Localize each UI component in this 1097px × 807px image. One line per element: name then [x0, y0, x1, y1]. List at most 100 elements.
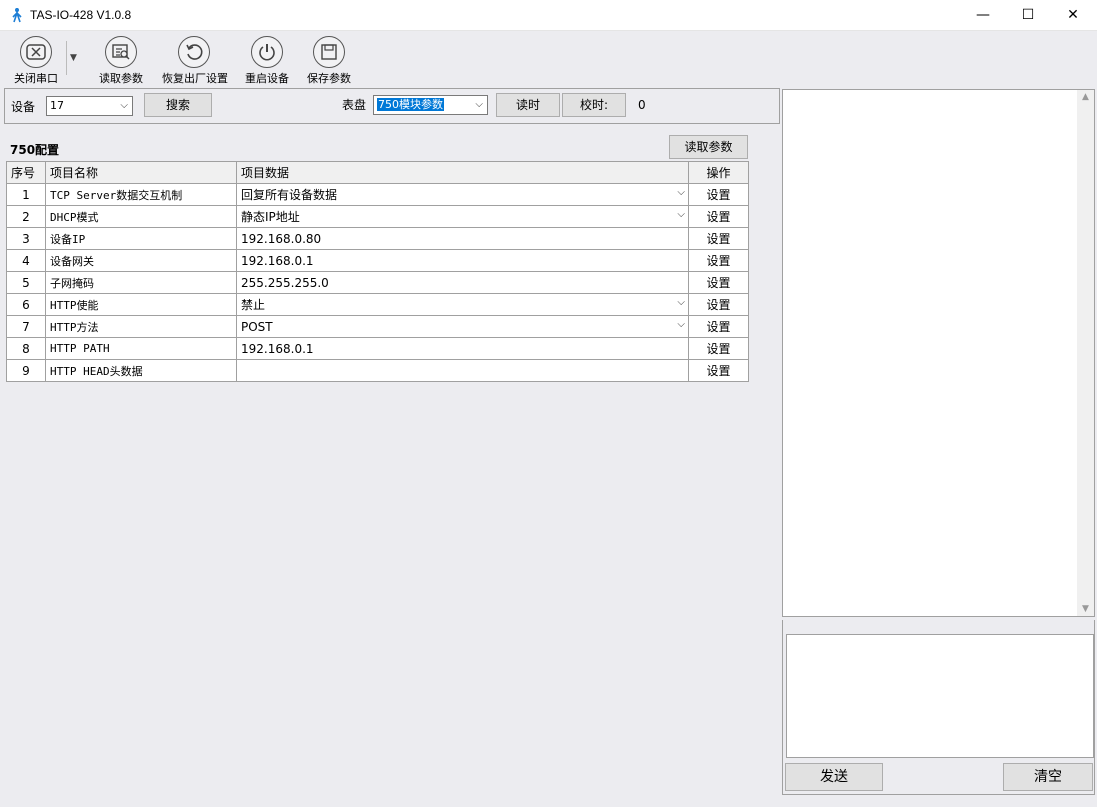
- read-params-button[interactable]: 读取参数: [98, 36, 144, 86]
- row-number: 9: [6, 359, 46, 382]
- restore-icon: [178, 36, 210, 68]
- close-port-label: 关闭串口: [14, 72, 58, 85]
- set-button[interactable]: 设置: [688, 205, 749, 228]
- restart-device-button[interactable]: 重启设备: [243, 36, 291, 86]
- table-row[interactable]: 4 设备网关 192.168.0.1 设置: [6, 249, 749, 272]
- row-number: 2: [6, 205, 46, 228]
- scrollbar[interactable]: ▲ ▼: [1077, 90, 1094, 616]
- save-params-button[interactable]: 保存参数: [305, 36, 353, 86]
- column-header-no: 序号: [6, 161, 46, 184]
- item-name: 设备IP: [45, 227, 237, 250]
- row-number: 6: [6, 293, 46, 316]
- item-value-input[interactable]: 192.168.0.1: [236, 249, 689, 272]
- item-name: 子网掩码: [45, 271, 237, 294]
- minimize-button[interactable]: —: [960, 0, 1006, 31]
- item-value-input[interactable]: 192.168.0.80: [236, 227, 689, 250]
- table-row[interactable]: 2 DHCP模式 静态IP地址 ⌵ 设置: [6, 205, 749, 228]
- set-button[interactable]: 设置: [688, 337, 749, 360]
- save-icon: [313, 36, 345, 68]
- device-bar: 设备 17 ⌵ 搜索 表盘 750模块参数 ⌵ 读时 校时: 0: [4, 88, 780, 124]
- restore-factory-button[interactable]: 恢复出厂设置: [162, 36, 228, 86]
- toolbar: 关闭串口 ▼ 读取参数 恢复出厂设置 重启设备 保存参数: [0, 31, 1097, 87]
- item-name: DHCP模式: [45, 205, 237, 228]
- chevron-down-icon[interactable]: ⌵: [677, 319, 685, 330]
- chevron-down-icon: ⌵: [475, 99, 483, 110]
- scroll-up-icon[interactable]: ▲: [1077, 92, 1094, 102]
- chevron-down-icon[interactable]: ⌵: [677, 209, 685, 220]
- row-number: 5: [6, 271, 46, 294]
- table-row[interactable]: 8 HTTP PATH 192.168.0.1 设置: [6, 337, 749, 360]
- power-icon: [251, 36, 283, 68]
- app-icon: [12, 8, 22, 23]
- calibrate-time-button[interactable]: 校时:: [562, 93, 626, 117]
- table-row[interactable]: 1 TCP Server数据交互机制 回复所有设备数据 ⌵ 设置: [6, 183, 749, 206]
- scroll-down-icon[interactable]: ▼: [1077, 604, 1094, 614]
- item-value-select[interactable]: 静态IP地址 ⌵: [236, 205, 689, 228]
- item-value: POST: [241, 319, 273, 334]
- table-row[interactable]: 6 HTTP使能 禁止 ⌵ 设置: [6, 293, 749, 316]
- item-value-select[interactable]: 回复所有设备数据 ⌵: [236, 183, 689, 206]
- item-value: 192.168.0.80: [241, 231, 322, 246]
- log-panel[interactable]: ▲ ▼: [782, 89, 1095, 617]
- config-table: 序号 项目名称 项目数据 操作 1 TCP Server数据交互机制 回复所有设备数…: [6, 161, 749, 382]
- item-value: 禁止: [241, 298, 266, 312]
- row-number: 4: [6, 249, 46, 272]
- item-name: HTTP HEAD头数据: [45, 359, 237, 382]
- item-value-input[interactable]: [236, 359, 689, 382]
- search-button[interactable]: 搜索: [144, 93, 212, 117]
- table-row[interactable]: 3 设备IP 192.168.0.80 设置: [6, 227, 749, 250]
- set-button[interactable]: 设置: [688, 293, 749, 316]
- time-value: 0: [638, 98, 646, 112]
- item-value-input[interactable]: 192.168.0.1: [236, 337, 689, 360]
- table-label: 表盘: [342, 98, 367, 112]
- chevron-down-icon[interactable]: ⌵: [677, 187, 685, 198]
- table-row[interactable]: 5 子网掩码 255.255.255.0 设置: [6, 271, 749, 294]
- item-value: 192.168.0.1: [241, 341, 314, 356]
- column-header-action: 操作: [688, 161, 749, 184]
- close-window-button[interactable]: ✕: [1050, 0, 1096, 31]
- set-button[interactable]: 设置: [688, 249, 749, 272]
- read-params-label: 读取参数: [99, 72, 143, 85]
- read-time-button[interactable]: 读时: [496, 93, 560, 117]
- send-input[interactable]: [786, 634, 1094, 758]
- table-select-value: 750模块参数: [377, 98, 444, 111]
- window-title: TAS-IO-428 V1.0.8: [30, 8, 132, 22]
- set-button[interactable]: 设置: [688, 227, 749, 250]
- restore-factory-label: 恢复出厂设置: [162, 72, 228, 85]
- table-row[interactable]: 9 HTTP HEAD头数据 设置: [6, 359, 749, 382]
- set-button[interactable]: 设置: [688, 271, 749, 294]
- table-select[interactable]: 750模块参数 ⌵: [373, 95, 488, 115]
- device-select[interactable]: 17 ⌵: [46, 96, 133, 116]
- read-config-button[interactable]: 读取参数: [669, 135, 748, 159]
- chevron-down-icon[interactable]: ▼: [66, 41, 80, 75]
- item-name: TCP Server数据交互机制: [45, 183, 237, 206]
- item-name: HTTP使能: [45, 293, 237, 316]
- device-label: 设备: [11, 100, 36, 114]
- row-number: 7: [6, 315, 46, 338]
- read-params-icon: [105, 36, 137, 68]
- set-button[interactable]: 设置: [688, 183, 749, 206]
- column-header-name: 项目名称: [45, 161, 237, 184]
- chevron-down-icon[interactable]: ⌵: [677, 297, 685, 308]
- item-value-select[interactable]: POST ⌵: [236, 315, 689, 338]
- set-button[interactable]: 设置: [688, 315, 749, 338]
- maximize-button[interactable]: ☐: [1005, 0, 1051, 31]
- save-params-label: 保存参数: [307, 72, 351, 85]
- item-value: 静态IP地址: [241, 210, 300, 224]
- section-title: 750配置: [10, 143, 60, 157]
- clear-button[interactable]: 清空: [1003, 763, 1093, 791]
- title-bar: TAS-IO-428 V1.0.8 — ☐ ✕: [0, 0, 1097, 31]
- item-name: 设备网关: [45, 249, 237, 272]
- restart-device-label: 重启设备: [245, 72, 289, 85]
- item-value-select[interactable]: 禁止 ⌵: [236, 293, 689, 316]
- table-header-row: 序号 项目名称 项目数据 操作: [6, 161, 749, 184]
- set-button[interactable]: 设置: [688, 359, 749, 382]
- send-button[interactable]: 发送: [785, 763, 883, 791]
- column-header-value: 项目数据: [236, 161, 689, 184]
- row-number: 8: [6, 337, 46, 360]
- row-number: 3: [6, 227, 46, 250]
- item-value-input[interactable]: 255.255.255.0: [236, 271, 689, 294]
- close-port-button[interactable]: 关闭串口: [12, 36, 60, 86]
- item-value: 192.168.0.1: [241, 253, 314, 268]
- table-row[interactable]: 7 HTTP方法 POST ⌵ 设置: [6, 315, 749, 338]
